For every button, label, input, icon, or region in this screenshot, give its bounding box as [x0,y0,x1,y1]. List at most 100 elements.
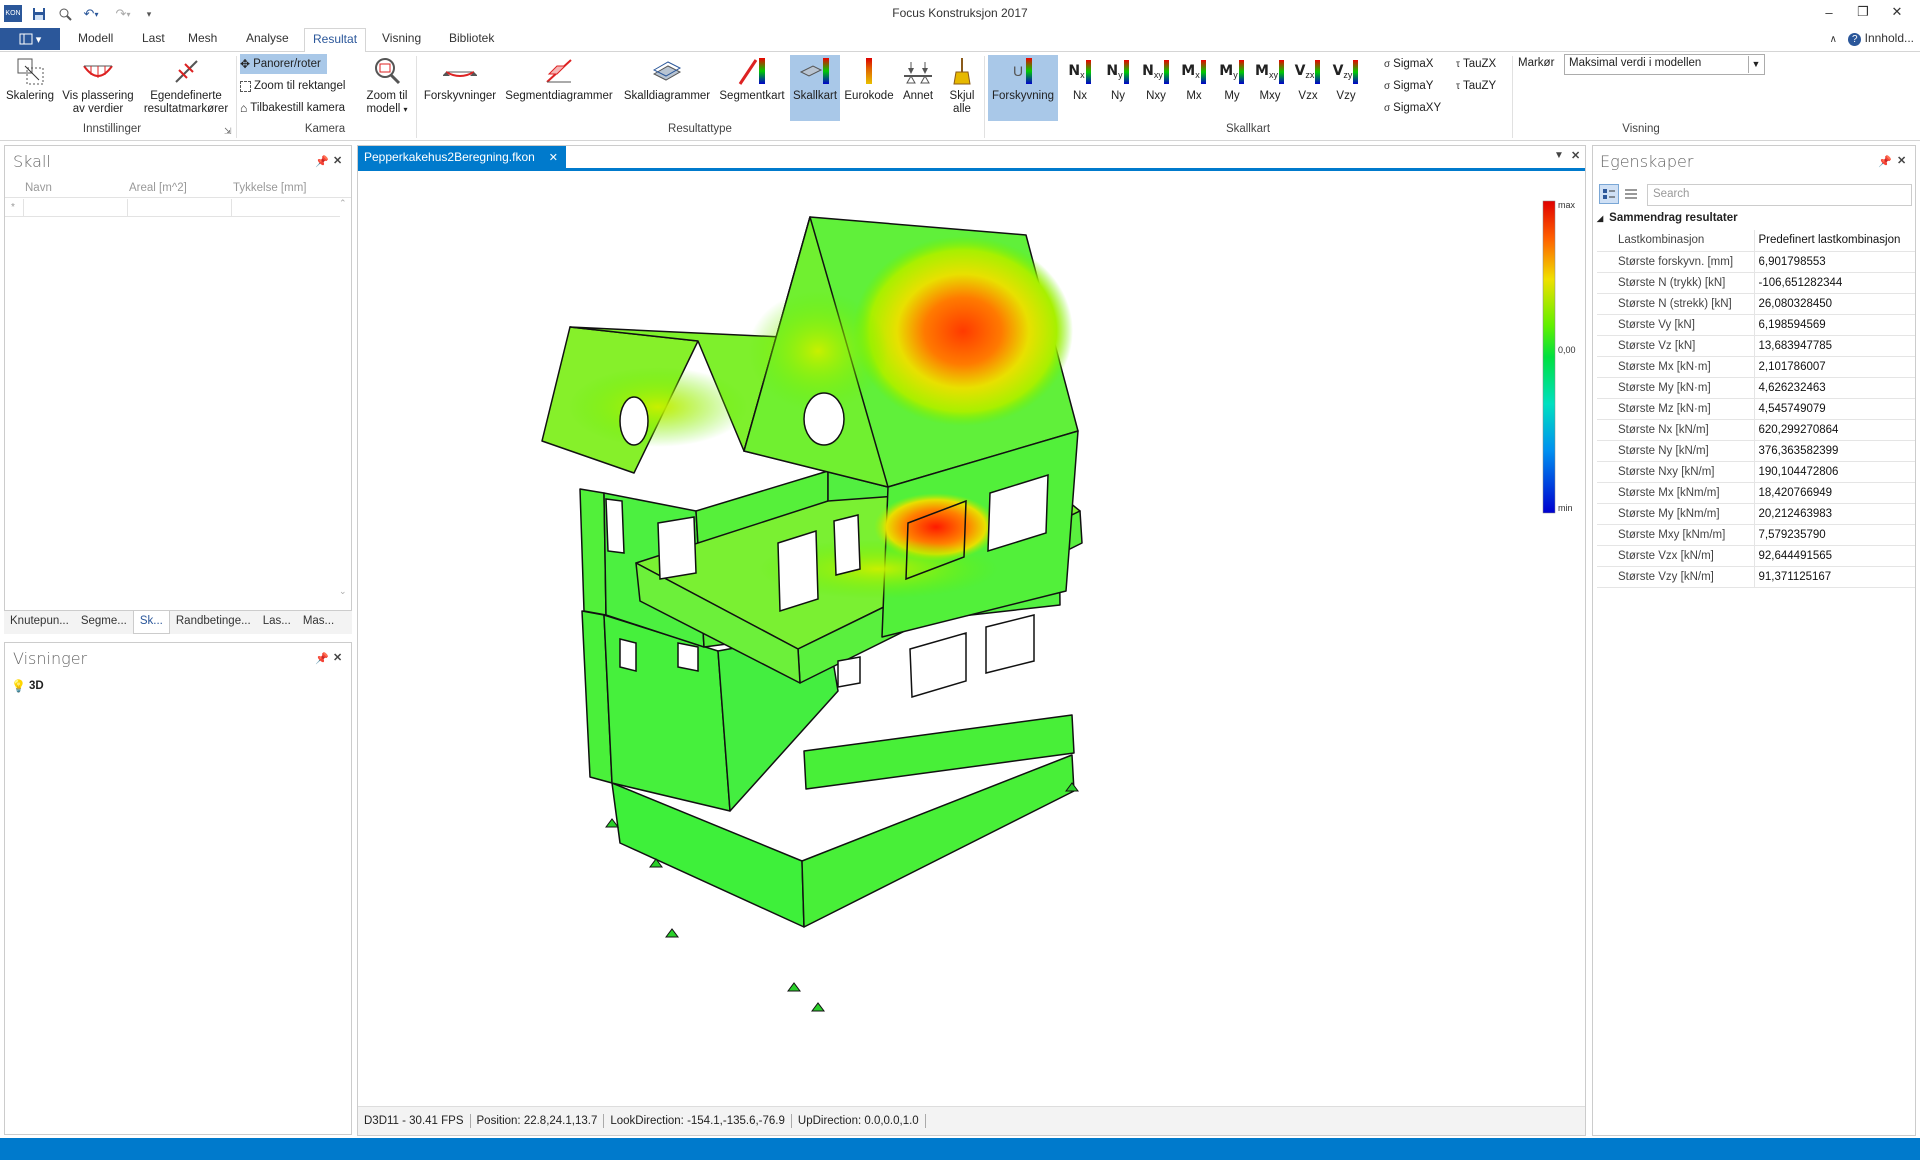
tab-analyse[interactable]: Analyse [246,31,289,45]
property-row[interactable]: Største Nxy [kN/m] 190,104472806 [1597,461,1915,483]
pin-icon[interactable]: 📌 [315,155,329,168]
segmentkart-button[interactable]: Segmentkart [716,55,788,121]
property-row[interactable]: Største Vzx [kN/m] 92,644491565 [1597,545,1915,567]
force-map-icon: Mx [1176,55,1212,87]
tilbakestill-kamera-button[interactable]: ⌂ Tilbakestill kamera [240,98,345,118]
vis-plassering-button[interactable]: Vis plassering av verdier [60,55,136,121]
property-row[interactable]: Største N (trykk) [kN] -106,651282344 [1597,272,1915,294]
tab-masser[interactable]: Mas... [297,611,340,634]
file-menu-button[interactable]: ▾ [0,28,60,50]
close-window-icon[interactable]: ✕ [1880,0,1914,24]
tauzy-button[interactable]: τ TauZY [1456,76,1496,96]
skallkart-ny-button[interactable]: Ny Ny [1100,55,1136,121]
close-icon[interactable]: ✕ [1897,154,1906,167]
property-row[interactable]: Største Vzy [kN/m] 91,371125167 [1597,566,1915,588]
sigmax-button[interactable]: σ SigmaX [1384,54,1433,74]
pin-icon[interactable]: 📌 [1878,155,1892,168]
zoom-rektangel-button[interactable]: Zoom til rektangel [240,76,345,96]
forskyvninger-button[interactable]: Forskyvninger [420,55,500,121]
tab-mesh[interactable]: Mesh [188,31,217,45]
tab-visning[interactable]: Visning [382,31,421,45]
tab-bibliotek[interactable]: Bibliotek [449,31,494,45]
property-row[interactable]: Største forskyvn. [mm] 6,901798553 [1597,251,1915,273]
skallkart-button[interactable]: Skallkart [790,55,840,121]
document-tab[interactable]: Pepperkakehus2Beregning.fkon ✕ [358,146,567,168]
close-icon[interactable]: ✕ [333,651,342,664]
segmentdiagrammer-button[interactable]: Segmentdiagrammer [502,55,616,121]
property-row[interactable]: Største Mxy [kNm/m] 7,579235790 [1597,524,1915,546]
close-icon[interactable]: ✕ [333,154,342,167]
property-row[interactable]: Største Nx [kN/m] 620,299270864 [1597,419,1915,441]
column-header[interactable]: Areal [m^2] [129,182,187,194]
tab-last[interactable]: Last [142,31,165,45]
skallkart-mxy-button[interactable]: Mxy Mxy [1252,55,1288,121]
new-row[interactable]: * [5,199,340,217]
home-icon: ⌂ [240,101,248,115]
pin-icon[interactable]: 📌 [315,652,329,665]
property-row[interactable]: Største Mz [kN·m] 4,545749079 [1597,398,1915,420]
tab-resultat[interactable]: Resultat [304,28,367,53]
property-row[interactable]: Lastkombinasjon Predefinert lastkombinasj… [1597,230,1915,252]
help-button[interactable]: ∧ ? Innhold... [1830,31,1914,46]
skallkart-my-button[interactable]: My My [1214,55,1250,121]
skallkart-nx-button[interactable]: Nx Nx [1062,55,1098,121]
forskyvning-map-button[interactable]: U Forskyvning [988,55,1058,121]
tab-knutepunkter[interactable]: Knutepun... [4,611,75,634]
collapse-icon[interactable]: ◢ [1597,214,1603,223]
panorer-roter-button[interactable]: ✥ Panorer/roter [240,54,327,74]
property-value: 26,080328450 [1754,293,1915,315]
skalering-button[interactable]: Skalering [4,55,56,121]
shell-diagram-icon [620,55,714,87]
tab-modell[interactable]: Modell [78,31,113,45]
tab-segmenter[interactable]: Segme... [75,611,133,634]
skallkart-nxy-button[interactable]: Nxy Nxy [1138,55,1174,121]
column-header[interactable]: Navn [25,182,52,194]
minimize-icon[interactable]: – [1812,0,1846,24]
skallkart-mx-button[interactable]: Mx Mx [1176,55,1212,121]
sigmaxy-button[interactable]: σ SigmaXY [1384,98,1441,118]
category-header[interactable]: ◢ Sammendrag resultater [1597,212,1738,224]
restore-icon[interactable]: ❐ [1846,0,1880,24]
sigmay-button[interactable]: σ SigmaY [1384,76,1433,96]
property-row[interactable]: Største Mx [kN·m] 2,101786007 [1597,356,1915,378]
skallkart-vzx-button[interactable]: Vzx Vzx [1290,55,1326,121]
alphabetical-view-icon[interactable] [1621,184,1641,204]
tauzx-button[interactable]: τ TauZX [1456,54,1496,74]
skalldiagrammer-button[interactable]: Skalldiagrammer [620,55,714,121]
property-row[interactable]: Største Ny [kN/m] 376,363582399 [1597,440,1915,462]
view-item-3d[interactable]: 💡 3D [11,679,44,693]
shell-map-icon [790,55,840,87]
property-key: Lastkombinasjon [1597,230,1755,252]
property-value: 20,212463983 [1754,503,1915,525]
marker-select[interactable]: Maksimal verdi i modellen ▼ [1564,54,1765,75]
tab-skall[interactable]: Sk... [132,611,170,634]
property-value: 18,420766949 [1754,482,1915,504]
categorized-view-icon[interactable] [1599,184,1619,204]
3d-viewport[interactable]: max 0,00 min [358,171,1585,1106]
property-row[interactable]: Største My [kNm/m] 20,212463983 [1597,503,1915,525]
skallkart-vzy-button[interactable]: Vzy Vzy [1328,55,1364,121]
eurokode-button[interactable]: Eurokode [842,55,896,121]
column-header[interactable]: Tykkelse [mm] [233,182,306,194]
dialog-launcher-icon[interactable]: ⇲ [224,126,232,137]
annet-button[interactable]: Annet [898,55,938,121]
force-map-icon: Vzx [1290,55,1326,87]
tab-randbetingelser[interactable]: Randbetinge... [170,611,257,634]
close-icon[interactable]: ✕ [1571,149,1580,162]
collapse-ribbon-icon[interactable]: ∧ [1830,34,1837,45]
egendefinerte-markorer-button[interactable]: Egendefinerte resultatmarkører [140,55,232,121]
group-label-innstillinger: Innstillinger [82,123,142,135]
property-row[interactable]: Største Mx [kNm/m] 18,420766949 [1597,482,1915,504]
tab-list-icon[interactable]: ▼ [1554,150,1564,161]
ribbon: Skalering Vis plassering av verdier Egen… [0,52,1920,141]
property-row[interactable]: Største N (strekk) [kN] 26,080328450 [1597,293,1915,315]
property-row[interactable]: Største My [kN·m] 4,626232463 [1597,377,1915,399]
property-row[interactable]: Største Vy [kN] 6,198594569 [1597,314,1915,336]
property-row[interactable]: Største Vz [kN] 13,683947785 [1597,335,1915,357]
close-tab-icon[interactable]: ✕ [549,151,558,164]
tab-laster[interactable]: Las... [257,611,297,634]
search-input[interactable]: Search [1647,184,1912,206]
skjul-alle-button[interactable]: Skjul alle [942,55,982,121]
vertical-scrollbar[interactable]: ⌃ ⌄ [339,198,349,598]
zoom-til-modell-button[interactable]: Zoom til modell ▾ [362,55,412,121]
